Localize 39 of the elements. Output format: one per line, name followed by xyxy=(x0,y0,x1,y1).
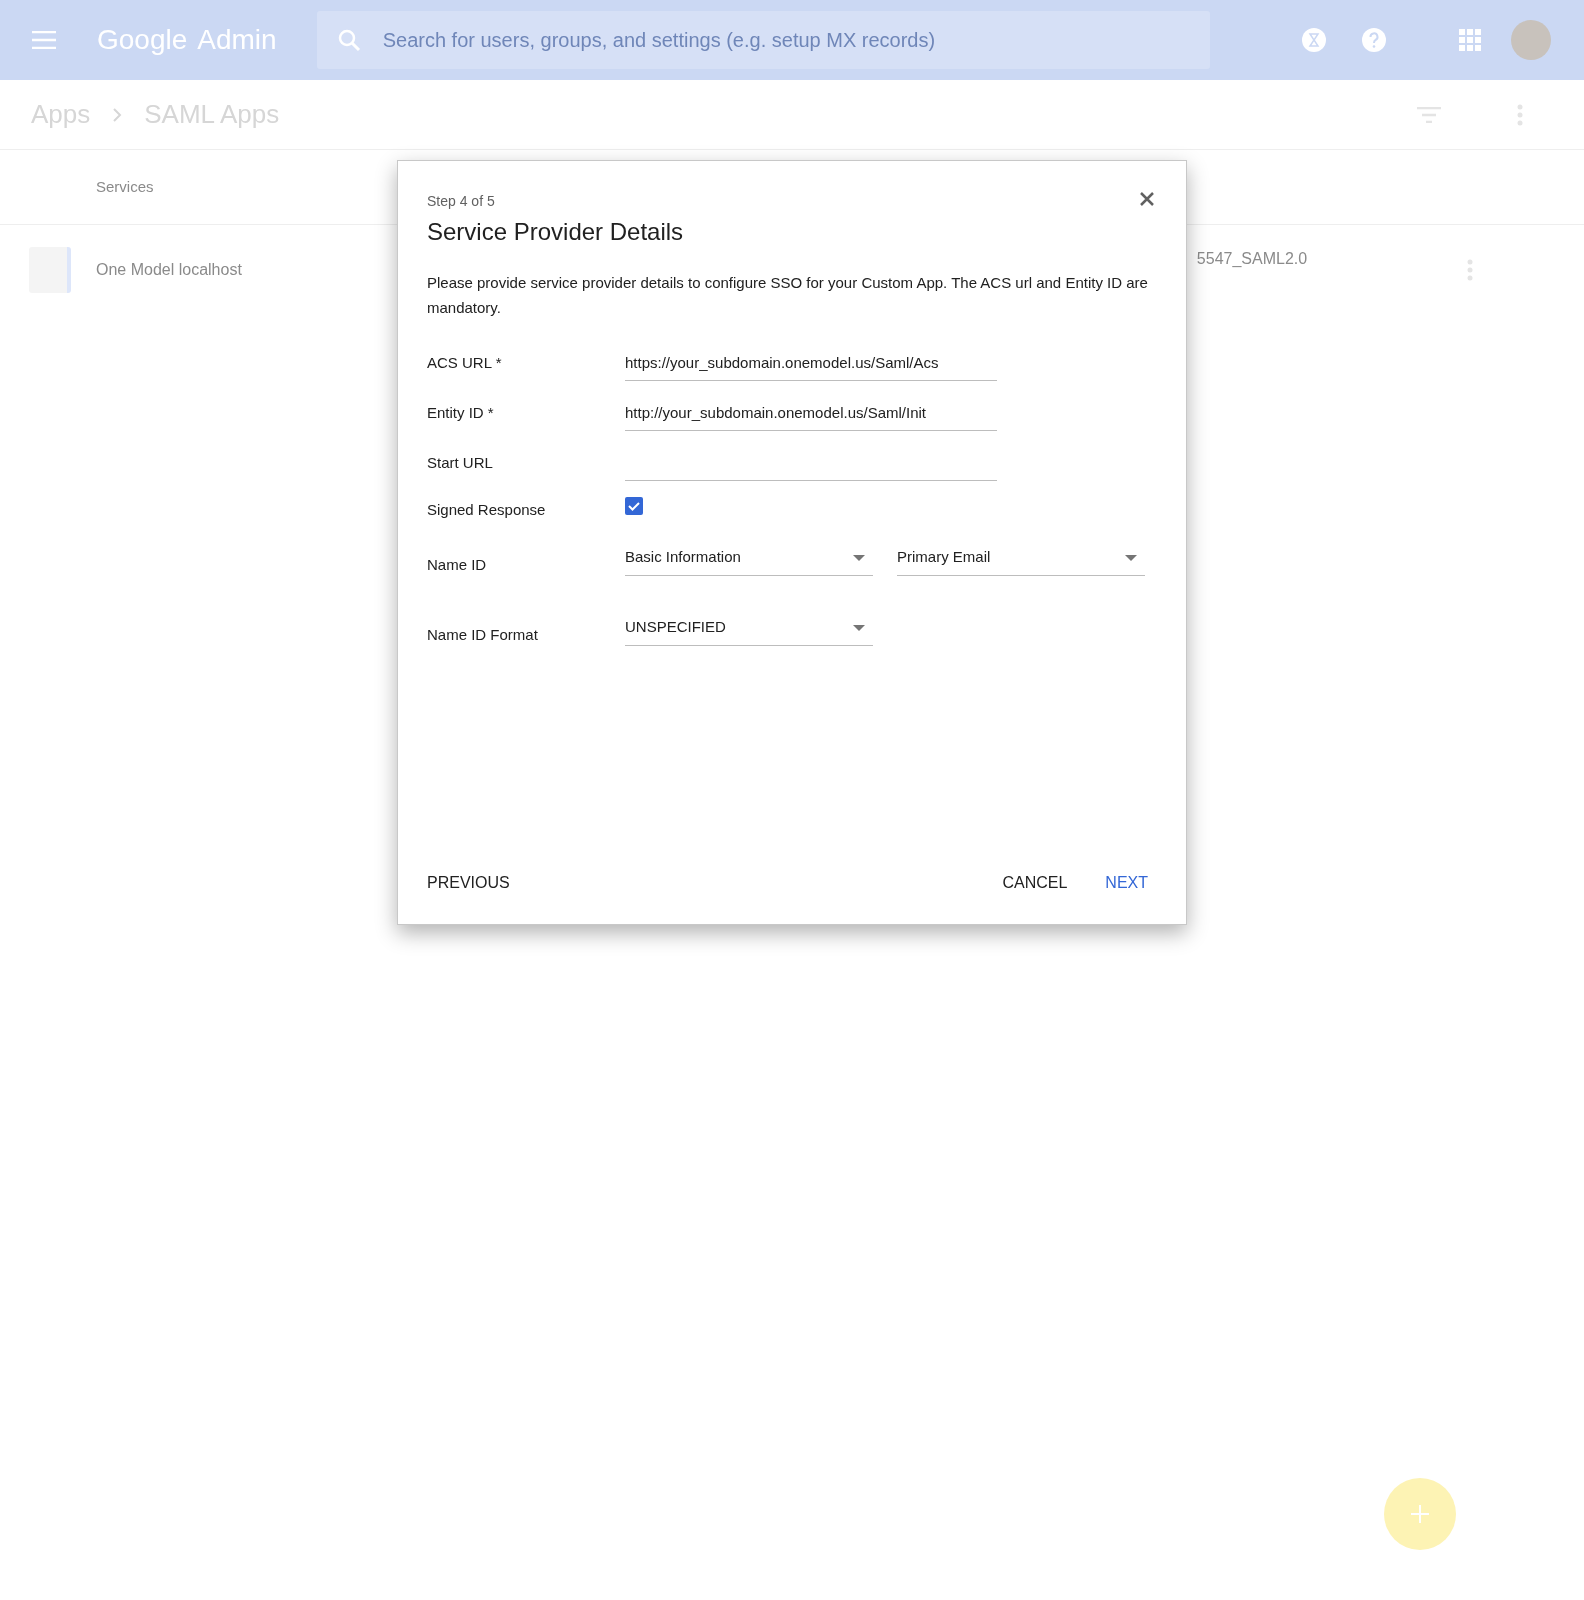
cancel-button[interactable]: CANCEL xyxy=(1002,871,1068,895)
field-label: Name ID xyxy=(427,554,488,575)
close-icon[interactable] xyxy=(1140,192,1154,206)
more-icon[interactable] xyxy=(1517,103,1523,126)
field-label: Start URL xyxy=(427,452,494,473)
caret-icon xyxy=(853,554,865,561)
caret-icon xyxy=(1125,554,1137,561)
search-field[interactable]: Search for users, groups, and settings (e.g. setup MX records) xyxy=(316,11,1210,69)
step-indicator: Step 4 of 5 xyxy=(427,192,495,211)
dropdown[interactable]: Primary Email xyxy=(897,540,1145,576)
dialog-title: Service Provider Details xyxy=(427,217,685,247)
text-field[interactable]: https://your_subdomain.onemodel.us/Saml/Acs xyxy=(625,345,997,381)
field-label: Entity ID * xyxy=(427,402,495,423)
checkmark-icon xyxy=(627,499,641,513)
caret-icon xyxy=(853,624,865,631)
app-name[interactable]: One Model localhost xyxy=(96,258,242,282)
filter-icon[interactable] xyxy=(1417,106,1441,123)
dropdown[interactable]: UNSPECIFIED xyxy=(625,610,873,646)
help-icon[interactable] xyxy=(1360,27,1387,53)
field-label: Signed Response xyxy=(427,499,547,520)
plus-icon xyxy=(1411,1505,1429,1523)
dropdown[interactable]: Basic Information xyxy=(625,540,873,576)
dialog-description: Please provide service provider details to configure SSO for your Custom App. The ACS url and Entity ID are mandatory. xyxy=(427,273,1149,318)
text-field[interactable]: http://your_subdomain.onemodel.us/Saml/Init xyxy=(625,395,997,431)
chevron-icon xyxy=(112,106,123,123)
app-icon xyxy=(29,247,71,293)
checkbox[interactable] xyxy=(625,497,643,515)
menu-icon[interactable] xyxy=(32,31,56,49)
avatar[interactable] xyxy=(1510,20,1551,60)
apps-grid-icon[interactable] xyxy=(1458,29,1481,51)
field-label: Name ID Format xyxy=(427,624,539,645)
search-icon xyxy=(336,28,361,52)
next-button[interactable]: NEXT xyxy=(1105,871,1148,895)
hourglass-icon[interactable] xyxy=(1300,27,1327,53)
column-header: Services xyxy=(96,176,154,197)
previous-button[interactable]: PREVIOUS xyxy=(427,871,510,895)
table-cell-text: 5547_SAML2.0 xyxy=(1196,249,1308,269)
field-label: ACS URL * xyxy=(427,352,503,373)
more-icon[interactable] xyxy=(1467,259,1474,281)
